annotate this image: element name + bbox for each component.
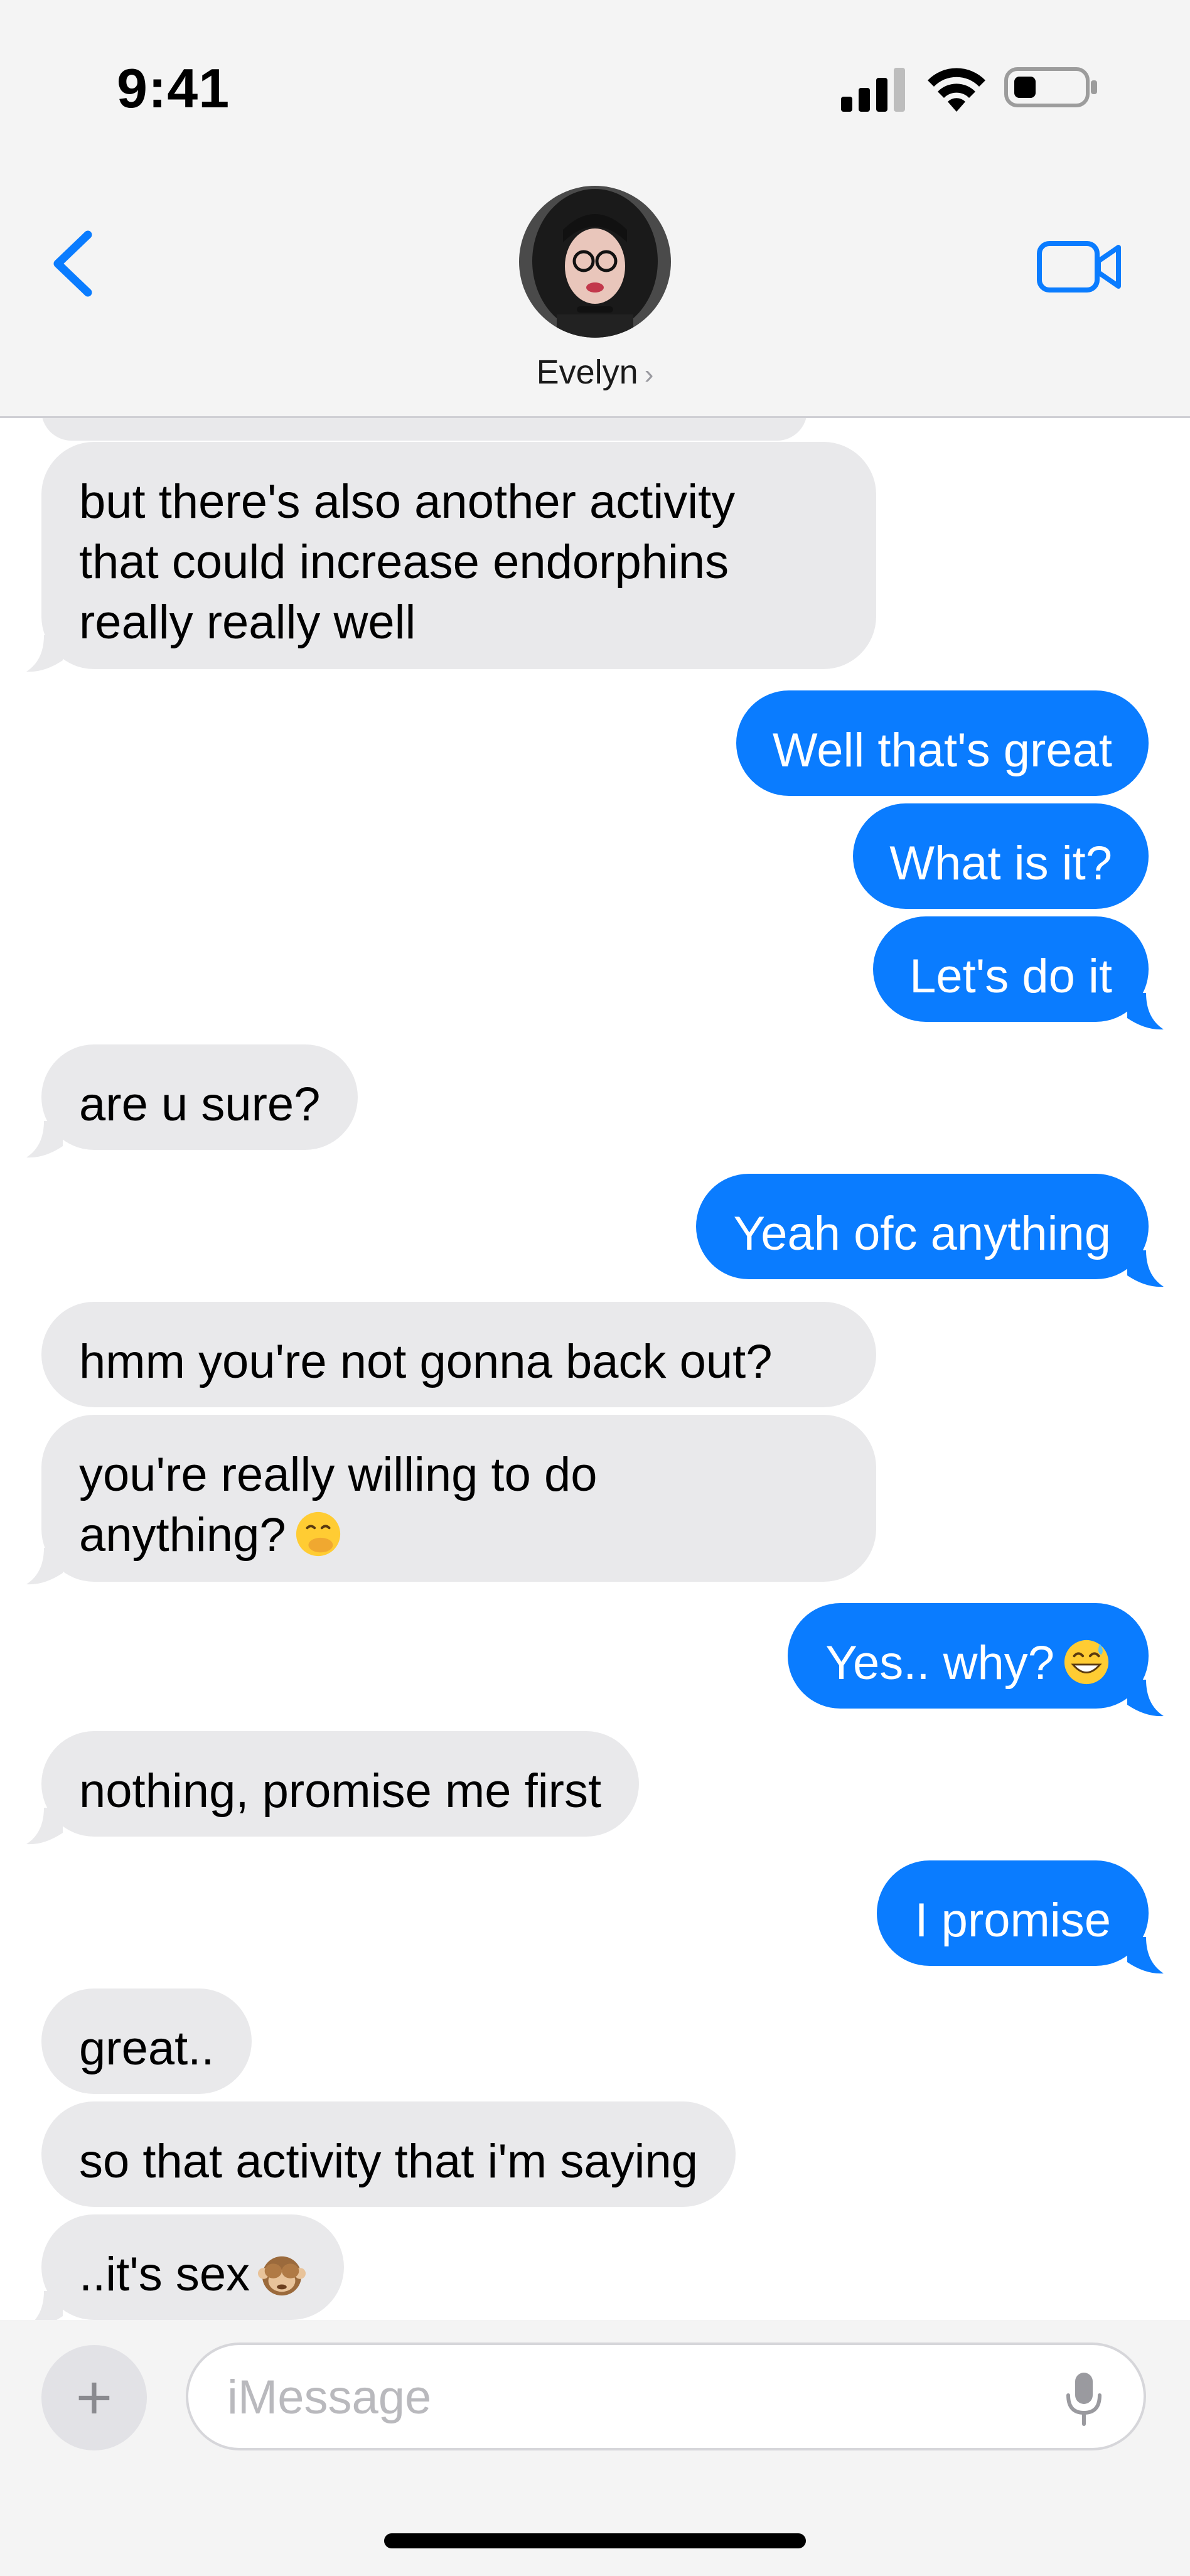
home-indicator[interactable] <box>384 2533 806 2548</box>
message-text: Let's do it <box>909 950 1112 1003</box>
message-text: hmm you're not gonna back out? <box>79 1335 773 1388</box>
plus-icon: + <box>75 2363 113 2433</box>
message-text: that could increase endorphins <box>79 535 729 589</box>
battery-icon <box>1004 67 1097 107</box>
navigation-header: 9:41 Evelyn › <box>0 0 1190 418</box>
face-with-hand-over-mouth-emoji <box>296 1511 340 1557</box>
message-text: are u sure? <box>79 1078 321 1131</box>
message-bubble-incoming[interactable]: so that activity that i'm saying <box>41 2101 736 2207</box>
message-bubble-incoming[interactable]: great.. <box>41 1988 252 2094</box>
message-text: ..it's sex <box>79 2248 250 2301</box>
message-text: so that activity that i'm saying <box>79 2135 699 2188</box>
bubble-tail <box>26 635 63 672</box>
message-bubble-outgoing[interactable]: I promise <box>877 1860 1149 1966</box>
message-bubble-outgoing[interactable]: Yes.. why? <box>788 1603 1149 1709</box>
message-bubble-outgoing[interactable]: What is it? <box>853 803 1149 909</box>
back-chevron-icon[interactable] <box>44 226 107 301</box>
bubble-tail <box>35 2291 63 2320</box>
message-text: anything? <box>79 1508 286 1562</box>
microphone-icon[interactable] <box>1062 2370 1106 2427</box>
status-time: 9:41 <box>117 57 230 119</box>
message-bubble-incoming[interactable]: ..it's sex <box>41 2214 345 2320</box>
bubble-tail <box>1127 1937 1164 1974</box>
message-text: you're really willing to do <box>79 1448 598 1501</box>
message-text: What is it? <box>889 837 1112 890</box>
message-text: great.. <box>79 2022 215 2075</box>
bubble-tail <box>26 1121 63 1158</box>
contact-avatar[interactable] <box>519 186 671 338</box>
message-thread[interactable]: but there's also another activity that c… <box>0 418 1190 2320</box>
contact-name[interactable]: Evelyn › <box>0 353 1190 392</box>
message-bubble-outgoing[interactable]: Let's do it <box>873 916 1149 1022</box>
message-bubble-incoming[interactable]: are u sure? <box>41 1044 358 1150</box>
message-text: but there's also another activity <box>79 475 736 529</box>
message-bubble-incoming[interactable]: you're really willing to do anything? <box>41 1415 876 1582</box>
message-text: really really well <box>79 596 416 649</box>
message-text: Yeah ofc anything <box>733 1207 1111 1260</box>
chevron-right-icon: › <box>644 359 654 390</box>
bubble-tail <box>26 1808 63 1845</box>
message-text: Well that's great <box>772 724 1112 777</box>
message-text: I promise <box>914 1894 1111 1947</box>
message-bubble-outgoing[interactable]: Well that's great <box>736 690 1149 796</box>
message-bubble-partial <box>41 418 807 441</box>
contact-name-label: Evelyn <box>536 353 638 391</box>
see-no-evil-monkey-emoji <box>258 2256 306 2296</box>
message-bubble-incoming[interactable]: hmm you're not gonna back out? <box>41 1302 876 1407</box>
message-text: nothing, promise me first <box>79 1764 602 1818</box>
message-text: Yes.. why? <box>825 1636 1054 1690</box>
cellular-signal-icon <box>841 68 905 112</box>
message-bubble-incoming[interactable]: but there's also another activity that c… <box>41 442 876 669</box>
message-bubble-incoming[interactable]: nothing, promise me first <box>41 1731 640 1837</box>
message-field[interactable] <box>186 2343 1146 2450</box>
bubble-tail <box>1127 1680 1164 1717</box>
add-attachment-button[interactable]: + <box>41 2345 147 2450</box>
wifi-icon <box>928 68 985 112</box>
bubble-tail <box>1127 993 1164 1030</box>
bubble-tail <box>26 1548 63 1585</box>
grinning-face-with-sweat-emoji <box>1064 1640 1109 1685</box>
message-input[interactable] <box>226 2345 1044 2449</box>
bubble-tail <box>1127 1250 1164 1287</box>
video-camera-icon[interactable] <box>1036 239 1123 295</box>
message-bubble-outgoing[interactable]: Yeah ofc anything <box>695 1174 1149 1279</box>
